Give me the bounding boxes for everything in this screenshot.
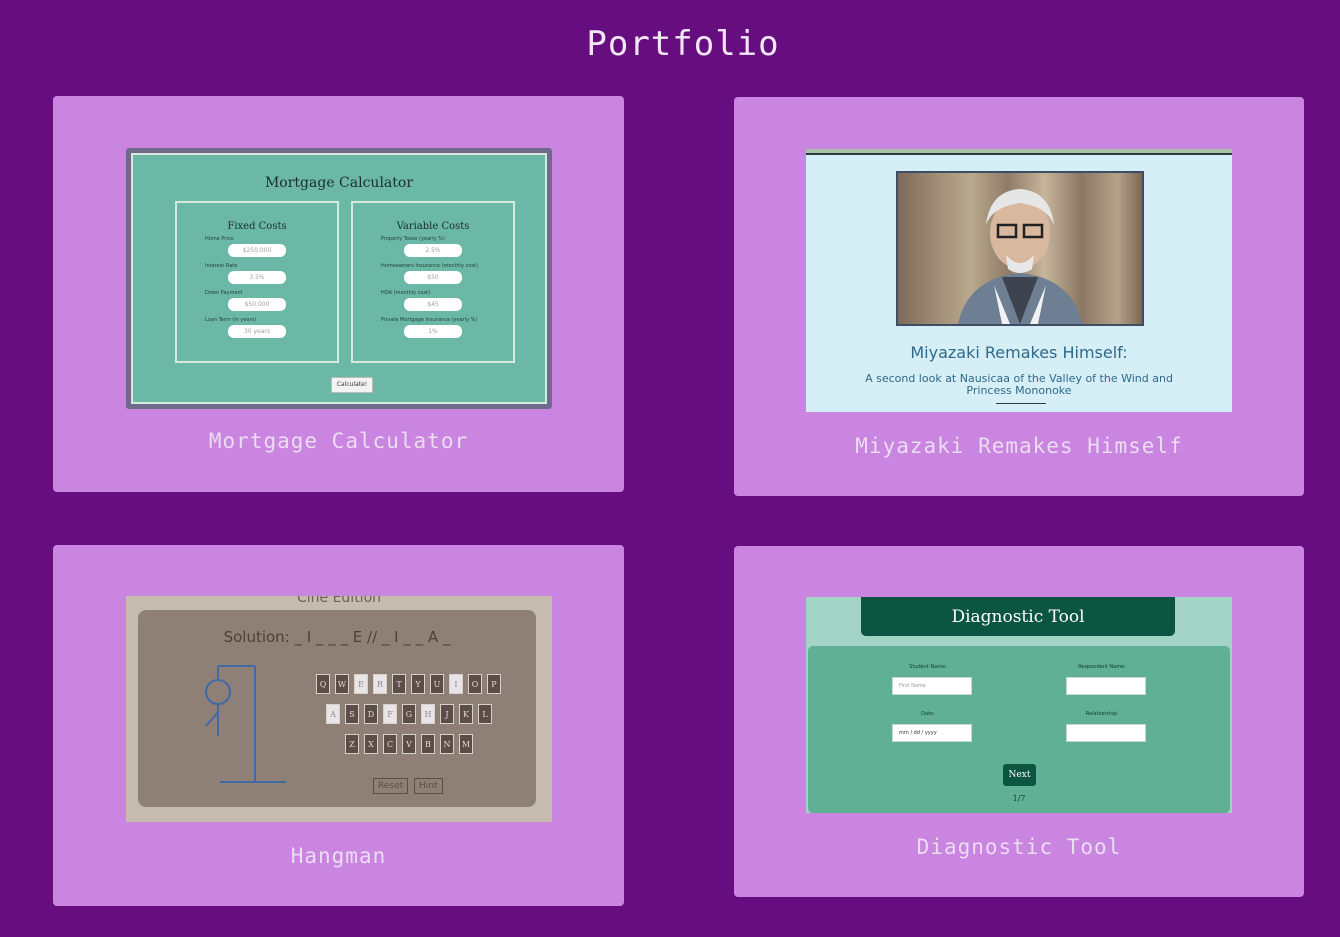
field-label: Homeowners Insurance (monthly cost) bbox=[381, 263, 478, 269]
field-value: 3.5% bbox=[228, 271, 286, 284]
mortgage-preview-image[interactable]: Mortgage Calculator Fixed Costs Home Pri… bbox=[126, 148, 552, 409]
mortgage-fixed-costs: Fixed Costs Home Price $250,000 Interest… bbox=[175, 201, 339, 363]
page-title: Portfolio bbox=[586, 24, 780, 64]
key: T bbox=[392, 674, 406, 694]
field-label: Loan Term (in years) bbox=[205, 317, 257, 323]
project-card-diagnostic[interactable]: Diagnostic Tool Student Name: First Name… bbox=[734, 546, 1304, 897]
hangman-board: Solution: _ I _ _ _ E // _ I _ _ A _ Q W… bbox=[138, 610, 536, 807]
date-field: mm / dd / yyyy bbox=[892, 724, 972, 742]
key: Y bbox=[411, 674, 425, 694]
field-value: $45 bbox=[404, 298, 462, 311]
field-value: $250,000 bbox=[228, 244, 286, 257]
key: C bbox=[383, 734, 397, 754]
diagnostic-preview-title: Diagnostic Tool bbox=[861, 597, 1175, 636]
key: D bbox=[364, 704, 378, 724]
project-card-mortgage[interactable]: Mortgage Calculator Fixed Costs Home Pri… bbox=[53, 96, 624, 492]
key-used: I bbox=[449, 674, 463, 694]
field-label: Home Price bbox=[205, 236, 234, 242]
field-label: Private Mortgage Insurance (yearly %) bbox=[381, 317, 478, 323]
mortgage-variable-costs: Variable Costs Property Taxes (yearly %)… bbox=[351, 201, 515, 363]
diagnostic-preview-image[interactable]: Diagnostic Tool Student Name: First Name… bbox=[806, 597, 1232, 813]
key: Q bbox=[316, 674, 330, 694]
key: W bbox=[335, 674, 349, 694]
relationship-field bbox=[1066, 724, 1146, 742]
miyazaki-preview-title: Miyazaki Remakes Himself: bbox=[910, 343, 1128, 362]
divider bbox=[996, 403, 1046, 404]
key: B bbox=[421, 734, 435, 754]
project-card-miyazaki[interactable]: Miyazaki Remakes Himself: A second look … bbox=[734, 97, 1304, 496]
field-value: 2.5% bbox=[404, 244, 462, 257]
next-button-preview: Next bbox=[1003, 764, 1036, 786]
field-label: Down Payment bbox=[205, 290, 243, 296]
student-name-field: First Name bbox=[892, 677, 972, 695]
project-label-miyazaki[interactable]: Miyazaki Remakes Himself bbox=[734, 434, 1304, 458]
key-used: H bbox=[421, 704, 435, 724]
key: X bbox=[364, 734, 378, 754]
key-used: A bbox=[326, 704, 340, 724]
variable-costs-title: Variable Costs bbox=[396, 221, 470, 232]
key: L bbox=[478, 704, 492, 724]
key-used: R bbox=[373, 674, 387, 694]
portrait-icon bbox=[958, 189, 1082, 324]
miyazaki-preview-subtitle: A second look at Nausicaa of the Valley … bbox=[865, 372, 1173, 397]
date-label: Date: bbox=[921, 711, 935, 717]
key: G bbox=[402, 704, 416, 724]
key: Z bbox=[345, 734, 359, 754]
field-value: 1% bbox=[404, 325, 462, 338]
key: P bbox=[487, 674, 501, 694]
field-label: Property Taxes (yearly %) bbox=[381, 236, 445, 242]
project-label-hangman[interactable]: Hangman bbox=[53, 844, 624, 868]
field-value: $50 bbox=[404, 271, 462, 284]
key-used: F bbox=[383, 704, 397, 724]
key: N bbox=[440, 734, 454, 754]
portrait-photo bbox=[896, 171, 1144, 326]
keyboard-row-3: Z X C V B N M bbox=[345, 734, 473, 754]
key: K bbox=[459, 704, 473, 724]
fixed-costs-title: Fixed Costs bbox=[227, 221, 287, 232]
miyazaki-preview-image[interactable]: Miyazaki Remakes Himself: A second look … bbox=[806, 149, 1232, 412]
respondent-name-label: Respondent Name: bbox=[1078, 664, 1126, 670]
respondent-name-field bbox=[1066, 677, 1146, 695]
divider bbox=[806, 153, 1232, 155]
field-value: 30 years bbox=[228, 325, 286, 338]
hint-button-preview: Hint bbox=[414, 778, 443, 794]
field-label: Interest Rate bbox=[205, 263, 238, 269]
hangman-solution: Solution: _ I _ _ _ E // _ I _ _ A _ bbox=[223, 628, 451, 646]
field-label: HOA (monthly cost) bbox=[381, 290, 431, 296]
page-indicator: 1/7 bbox=[1012, 794, 1026, 803]
relationship-label: Relationship: bbox=[1085, 711, 1119, 717]
diagnostic-form-panel: Student Name: First Name Respondent Name… bbox=[808, 646, 1230, 813]
reset-button-preview: Reset bbox=[373, 778, 409, 794]
project-label-mortgage[interactable]: Mortgage Calculator bbox=[53, 429, 624, 453]
key: J bbox=[440, 704, 454, 724]
project-card-hangman[interactable]: Cine Edition Solution: _ I _ _ _ E // _ … bbox=[53, 545, 624, 906]
calculate-button-preview: Calculate! bbox=[331, 377, 373, 393]
gallows-icon bbox=[205, 665, 286, 783]
key: U bbox=[430, 674, 444, 694]
mortgage-preview-title: Mortgage Calculator bbox=[264, 175, 414, 191]
hangman-edition-title: Cine Edition bbox=[296, 596, 382, 606]
keyboard-row-1: Q W E R T Y U I O P bbox=[316, 674, 501, 694]
key: V bbox=[402, 734, 416, 754]
field-value: $50,000 bbox=[228, 298, 286, 311]
key: S bbox=[345, 704, 359, 724]
project-label-diagnostic[interactable]: Diagnostic Tool bbox=[734, 835, 1304, 859]
key-used: E bbox=[354, 674, 368, 694]
keyboard-row-2: A S D F G H J K L bbox=[326, 704, 492, 724]
student-name-label: Student Name: bbox=[909, 664, 947, 670]
hangman-preview-image[interactable]: Cine Edition Solution: _ I _ _ _ E // _ … bbox=[126, 596, 552, 822]
key: O bbox=[468, 674, 482, 694]
key: M bbox=[459, 734, 473, 754]
